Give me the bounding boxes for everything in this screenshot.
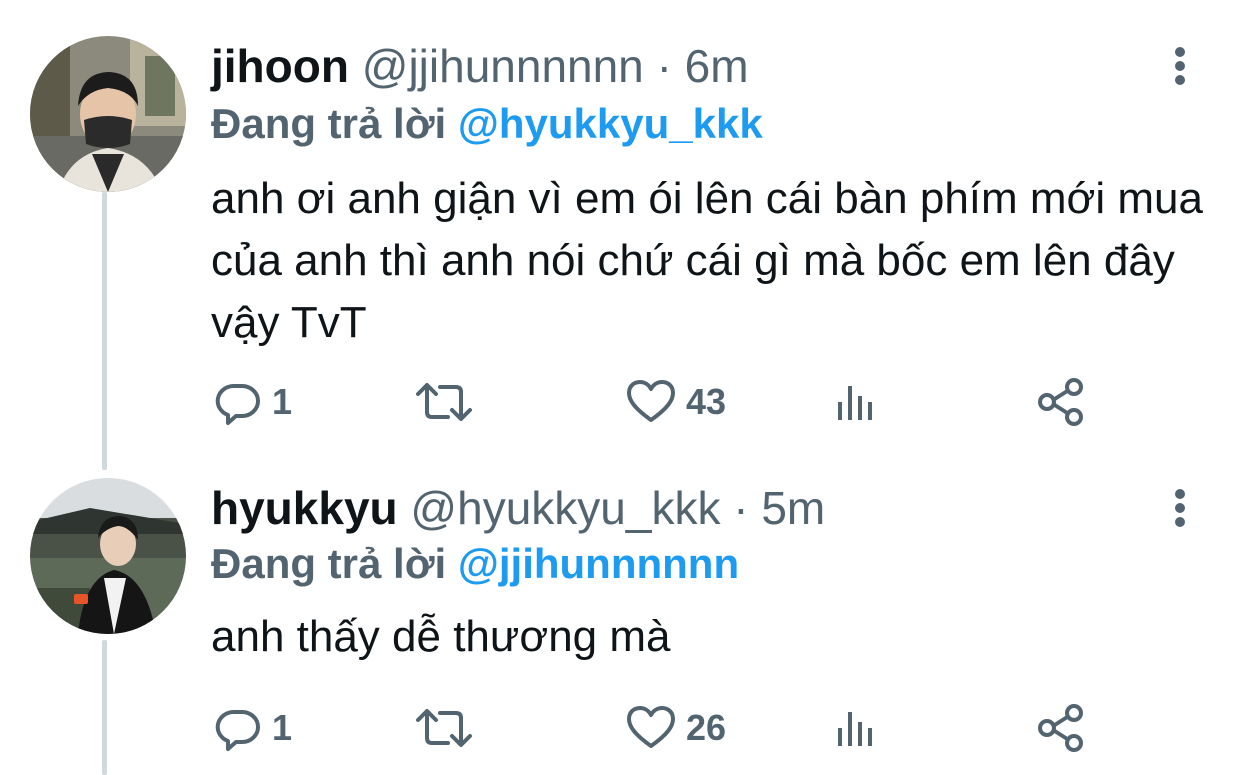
retweet-icon [416, 383, 472, 421]
reply-count: 1 [272, 707, 293, 748]
like-count: 43 [686, 381, 727, 422]
like-icon [627, 380, 675, 422]
reply-button[interactable]: 1 [214, 372, 292, 432]
tweet-header: hyukkyu @hyukkyu_kkk · 5m [211, 480, 825, 536]
display-name[interactable]: hyukkyu [211, 482, 398, 534]
tweet-text: anh ơi anh giận vì em ói lên cái bàn phí… [211, 174, 1203, 347]
more-icon [1175, 489, 1185, 527]
tweet-thread: jihoon @jjihunnnnnn · 6m Đang trả lời @h… [0, 0, 1242, 775]
like-icon [627, 706, 675, 748]
analytics-button[interactable] [834, 698, 878, 758]
analytics-button[interactable] [834, 372, 878, 432]
share-button[interactable] [1036, 698, 1086, 758]
analytics-icon [838, 712, 872, 746]
like-button[interactable]: 26 [626, 698, 726, 758]
more-options-button[interactable] [1162, 42, 1198, 90]
replying-to-mention[interactable]: @hyukkyu_kkk [458, 100, 763, 147]
retweet-icon [416, 709, 472, 747]
timestamp[interactable]: 6m [685, 40, 749, 92]
separator-dot: · [733, 482, 749, 534]
replying-to-mention[interactable]: @jjihunnnnnn [458, 540, 739, 587]
tweet-text: anh thấy dễ thương mà [211, 612, 671, 661]
tweet-actions: 1 26 [0, 698, 1242, 758]
like-button[interactable]: 43 [626, 372, 726, 432]
avatar[interactable] [30, 478, 186, 634]
retweet-button[interactable] [414, 372, 474, 432]
user-handle[interactable]: @jjihunnnnnn [362, 40, 644, 92]
share-button[interactable] [1036, 372, 1086, 432]
replying-to-label: Đang trả lời [211, 100, 447, 147]
replying-to-label: Đang trả lời [211, 540, 447, 587]
timestamp[interactable]: 5m [761, 482, 825, 534]
replying-to-line: Đang trả lời @hyukkyu_kkk [211, 98, 763, 150]
like-count: 26 [686, 707, 727, 748]
reply-count: 1 [272, 381, 293, 422]
more-icon [1175, 47, 1185, 85]
reply-button[interactable]: 1 [214, 698, 292, 758]
replying-to-line: Đang trả lời @jjihunnnnnn [211, 538, 739, 590]
reply-icon [215, 383, 260, 425]
reply-icon [215, 709, 260, 751]
user-handle[interactable]: @hyukkyu_kkk [410, 482, 720, 534]
more-options-button[interactable] [1162, 484, 1198, 532]
tweet-header: jihoon @jjihunnnnnn · 6m [211, 38, 749, 94]
display-name[interactable]: jihoon [211, 40, 349, 92]
share-icon [1038, 378, 1083, 426]
share-icon [1038, 704, 1083, 752]
avatar[interactable] [30, 36, 186, 192]
tweet-actions: 1 43 [0, 372, 1242, 432]
retweet-button[interactable] [414, 698, 474, 758]
separator-dot: · [656, 40, 672, 92]
analytics-icon [838, 386, 872, 420]
